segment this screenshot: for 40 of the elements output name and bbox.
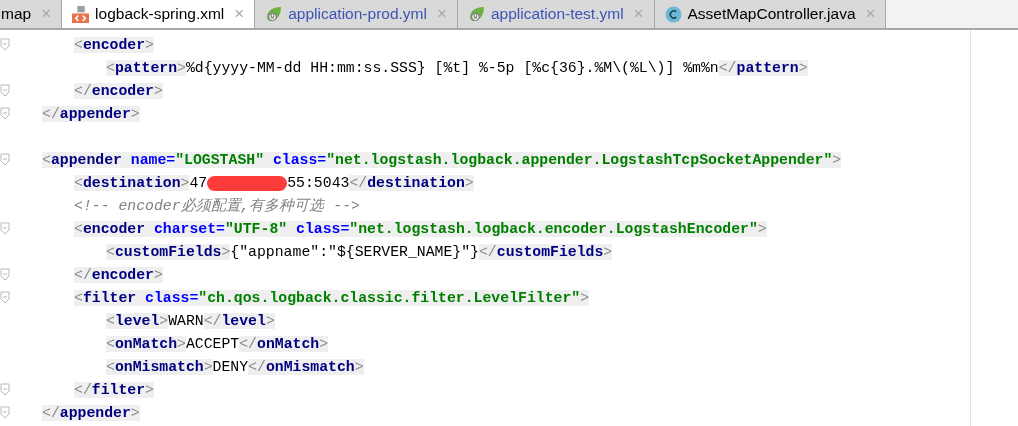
code-line: </appender> (42, 404, 140, 423)
fold-marker-icon[interactable] (0, 268, 12, 282)
code-line: <onMismatch>DENY</onMismatch> (106, 358, 364, 377)
fold-marker-icon[interactable] (0, 153, 12, 167)
code-line: <destination>47 55:5043</destination> (74, 174, 474, 193)
class-c-icon (664, 5, 682, 23)
tab-label[interactable]: application-test.yml (490, 5, 624, 23)
fold-marker-icon[interactable] (0, 107, 12, 121)
tab-label[interactable]: application-prod.yml (288, 5, 427, 23)
code-line: <level>WARN</level> (106, 312, 275, 331)
code-line: <pattern>%d{yyyy-MM-dd HH:mm:ss.SSS} [%t] %-5p [%c{36}.%M\(%L\)] %m%n</pattern> (106, 59, 808, 78)
fold-marker-icon[interactable] (0, 222, 12, 236)
code-line: <appender name="LOGSTASH" class="net.logstash.logback.appender.LogstashTcpSocketAppender"> (42, 151, 842, 170)
code-line: <encoder> (74, 36, 154, 55)
code-line: </encoder> (74, 82, 163, 101)
xml-file-icon (72, 5, 90, 23)
fold-marker-icon[interactable] (0, 38, 12, 52)
editor-tab[interactable]: logback-spring.xml × (62, 0, 256, 28)
fold-marker-icon[interactable] (0, 406, 12, 420)
code-line: <onMatch>ACCEPT</onMatch> (106, 335, 329, 354)
code-line: </encoder> (74, 266, 163, 285)
code-line: <encoder charset="UTF-8" class="net.logstash.logback.encoder.LogstashEncoder"> (74, 220, 767, 239)
code-line: <filter class="ch.qos.logback.classic.filter.LevelFilter"> (74, 289, 590, 308)
fold-marker-icon[interactable] (0, 84, 12, 98)
code-line: <!-- encoder必须配置,有多种可选 --> (74, 197, 360, 216)
tab-close-button[interactable]: × (234, 4, 245, 24)
tab-label[interactable]: map (1, 5, 32, 23)
fold-marker-icon[interactable] (0, 291, 12, 305)
tab-label[interactable]: AssetMapController.java (687, 5, 856, 23)
code-line: </filter> (74, 381, 154, 400)
tab-label[interactable]: logback-spring.xml (95, 5, 225, 23)
editor-tab[interactable]: application-prod.yml × (255, 0, 458, 28)
leaf-power-icon (467, 5, 485, 23)
code-line: <customFields>{"appname":"${SERVER_NAME}"}</customFields> (106, 243, 613, 262)
editor-tab[interactable]: AssetMapController.java × (654, 0, 887, 28)
editor-tab[interactable]: map × (0, 0, 63, 28)
leaf-power-icon (265, 5, 283, 23)
editor-tab[interactable]: application-test.yml × (457, 0, 655, 28)
code-line: </appender> (42, 105, 140, 124)
fold-marker-icon[interactable] (0, 383, 12, 397)
